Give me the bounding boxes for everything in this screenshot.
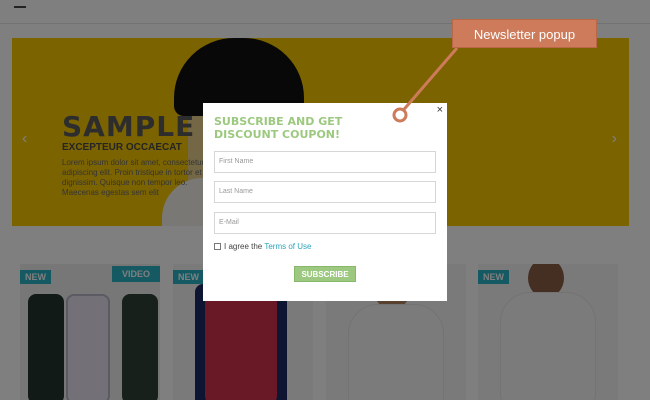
page: SAMPLE 4 EXCEPTEUR OCCAECAT Lorem ipsum … xyxy=(0,0,650,400)
close-icon[interactable]: × xyxy=(437,104,443,116)
first-name-field[interactable]: First Name xyxy=(214,151,436,173)
email-field[interactable]: E-Mail xyxy=(214,212,436,234)
terms-checkbox[interactable] xyxy=(214,243,221,250)
subscribe-button[interactable]: SUBSCRIBE xyxy=(294,266,356,282)
terms-link[interactable]: Terms of Use xyxy=(264,242,311,251)
newsletter-popup: × SUBSCRIBE AND GET DISCOUNT COUPON! Fir… xyxy=(203,103,447,301)
last-name-field[interactable]: Last Name xyxy=(214,181,436,203)
callout-label: Newsletter popup xyxy=(452,19,597,48)
terms-agreement: I agree the Terms of Use xyxy=(214,242,311,251)
agree-label: I agree the xyxy=(224,242,265,251)
popup-heading: SUBSCRIBE AND GET DISCOUNT COUPON! xyxy=(214,115,343,141)
